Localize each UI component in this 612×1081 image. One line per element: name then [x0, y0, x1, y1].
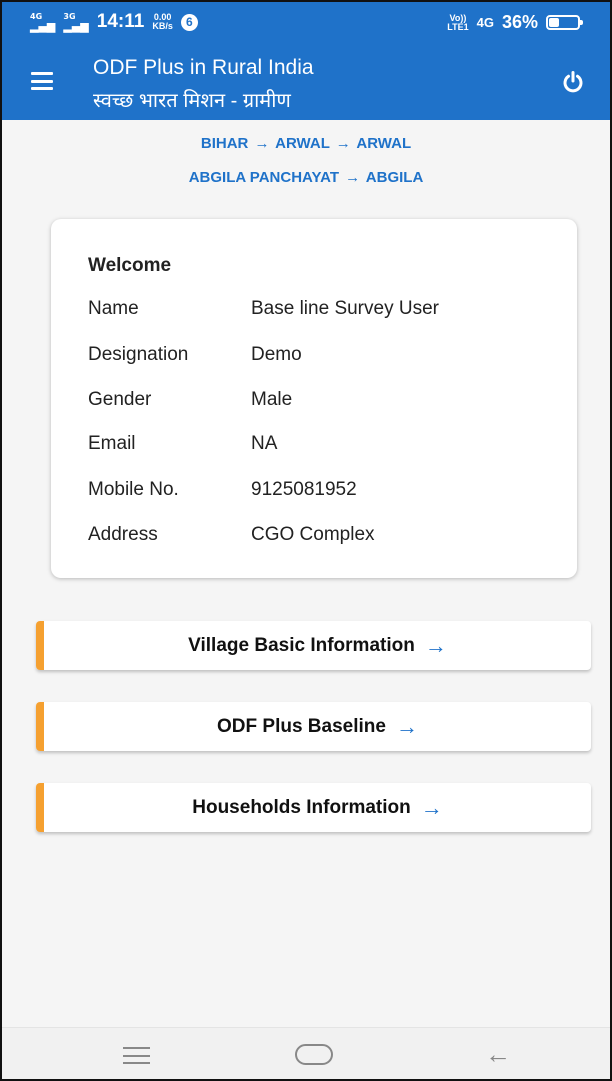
menu-icon[interactable]: [31, 72, 53, 90]
accent-bar: [36, 621, 44, 670]
profile-label: Gender: [88, 389, 152, 410]
app-title: ODF Plus in Rural India: [93, 56, 314, 79]
households-information-button[interactable]: Households Information →: [36, 783, 591, 832]
network-type: 4G: [476, 15, 494, 30]
notification-badge-icon: 6: [180, 13, 198, 31]
signal-indicator-2: 3G ▂▄▆: [63, 11, 89, 33]
profile-value: Base line Survey User: [251, 298, 439, 319]
button-label: Village Basic Information: [188, 634, 415, 656]
welcome-heading: Welcome: [88, 255, 172, 276]
network-speed: 0.00 KB/s: [152, 12, 173, 31]
breadcrumb-arrow-icon: →: [345, 169, 361, 186]
arrow-right-icon: →: [424, 632, 447, 658]
profile-label: Designation: [88, 344, 189, 365]
profile-label: Address: [88, 524, 158, 545]
profile-label: Email: [88, 433, 136, 454]
breadcrumb-arrow-icon: →: [335, 135, 351, 152]
home-icon[interactable]: [295, 1044, 333, 1065]
profile-value: NA: [251, 433, 278, 454]
breadcrumb-item-village: ABGILA: [365, 169, 424, 186]
breadcrumb-item-block: ARWAL: [356, 135, 412, 152]
breadcrumb-location-line-1: BIHAR → ARWAL → ARWAL: [2, 135, 610, 152]
recent-apps-icon[interactable]: [123, 1047, 150, 1064]
status-bar: 4G ▂▄▆ 3G ▂▄▆ 14:11 0.00 KB/s 6 Vo)) LTE…: [2, 2, 610, 42]
profile-label: Mobile No.: [88, 479, 179, 500]
profile-value: 9125081952: [251, 479, 357, 500]
app-screen: 4G ▂▄▆ 3G ▂▄▆ 14:11 0.00 KB/s 6 Vo)) LTE…: [0, 0, 612, 1081]
profile-label: Name: [88, 298, 139, 319]
profile-value: CGO Complex: [251, 524, 375, 545]
breadcrumb-item-district: ARWAL: [275, 135, 330, 152]
profile-value: Male: [251, 389, 293, 410]
odf-plus-baseline-button[interactable]: ODF Plus Baseline →: [36, 702, 591, 751]
volte-indicator: Vo)) LTE1: [447, 12, 469, 32]
battery-level-fill: [549, 18, 559, 27]
battery-icon: [546, 15, 583, 30]
back-icon[interactable]: ←: [485, 1041, 511, 1067]
system-navigation-bar: ←: [2, 1027, 610, 1079]
breadcrumb-item-panchayat: ABGILA PANCHAYAT: [188, 169, 339, 186]
arrow-right-icon: →: [420, 794, 443, 820]
breadcrumb-arrow-icon: →: [254, 135, 270, 152]
button-label: ODF Plus Baseline: [217, 715, 386, 737]
app-subtitle: स्वच्छ भारत मिशन - ग्रामीण: [93, 90, 291, 112]
accent-bar: [36, 702, 44, 751]
battery-percent: 36%: [501, 12, 538, 32]
breadcrumb-location-line-2: ABGILA PANCHAYAT → ABGILA: [2, 169, 610, 186]
profile-card: Welcome Name Base line Survey User Desig…: [51, 219, 577, 578]
button-label: Households Information: [192, 796, 411, 818]
signal-bars-icon: ▂▄▆: [63, 19, 89, 33]
signal-bars-icon: ▂▄▆: [30, 19, 56, 33]
accent-bar: [36, 783, 44, 832]
signal-indicator-1: 4G ▂▄▆: [30, 11, 56, 33]
profile-value: Demo: [251, 344, 302, 365]
breadcrumb-item-state: BIHAR: [200, 135, 249, 152]
power-icon[interactable]: [561, 70, 585, 94]
arrow-right-icon: →: [395, 713, 418, 739]
app-bar: ODF Plus in Rural India स्वच्छ भारत मिशन…: [2, 42, 610, 120]
clock: 14:11: [96, 11, 145, 32]
village-basic-information-button[interactable]: Village Basic Information →: [36, 621, 591, 670]
